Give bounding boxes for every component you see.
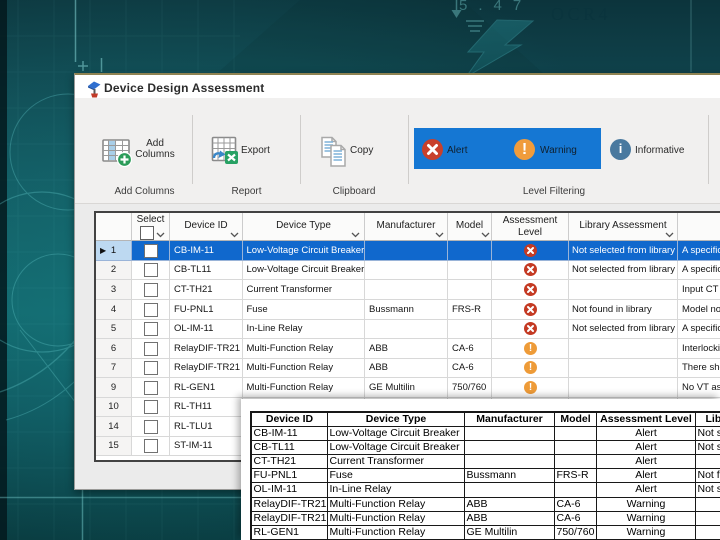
svg-text:5.47: 5.47: [459, 0, 532, 14]
svg-text:OCR4: OCR4: [551, 4, 611, 24]
